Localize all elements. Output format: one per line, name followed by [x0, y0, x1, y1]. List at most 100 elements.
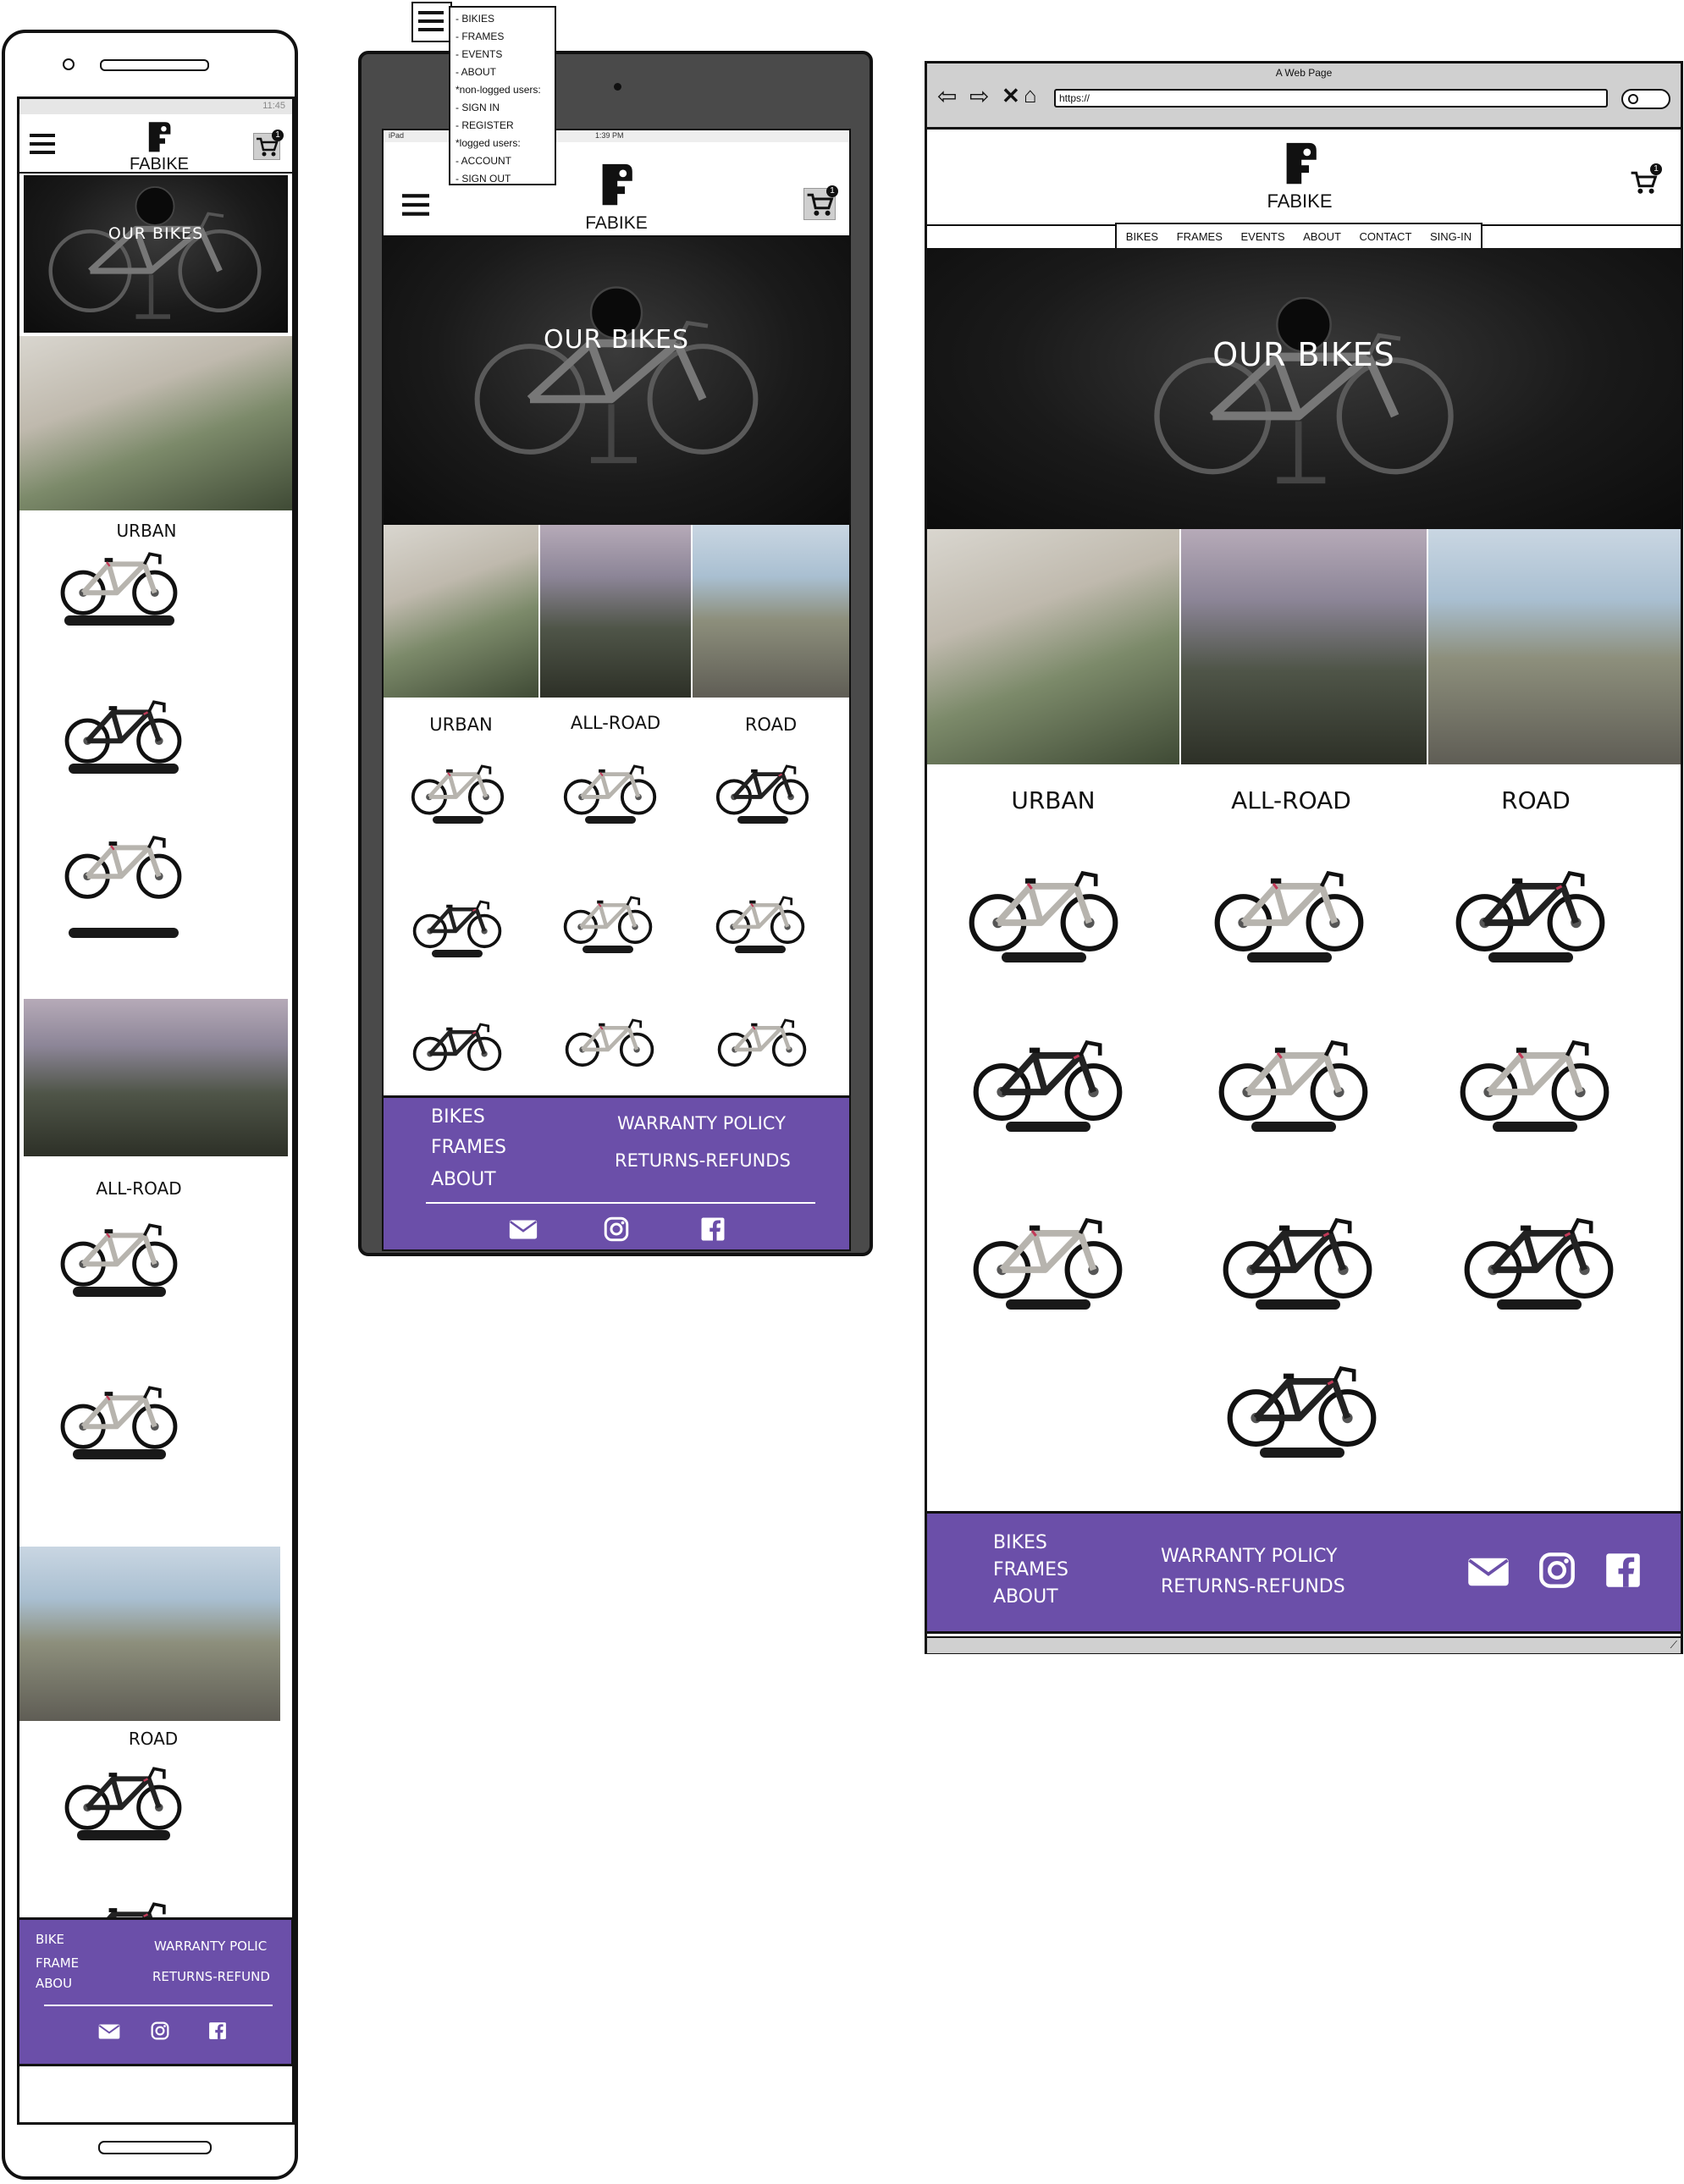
bike-item[interactable] — [969, 1206, 1126, 1310]
email-icon[interactable] — [98, 2023, 120, 2040]
footer-link-returns[interactable]: RETURNS-REFUNDS — [1161, 1576, 1345, 1597]
brand-name[interactable]: FABIKE — [113, 155, 206, 174]
footer-link-returns[interactable]: RETURNS-REFUND — [152, 1969, 270, 1984]
bike-item[interactable] — [58, 1215, 180, 1297]
email-icon[interactable] — [1467, 1556, 1510, 1588]
allroad-photo — [24, 999, 288, 1156]
mobile-screen: 11:45 FABIKE 1 OUR BIKES URBAN ALL-ROAD … — [17, 97, 295, 2125]
browser-status-bar: ⟋ — [927, 1636, 1681, 1653]
bike-item[interactable] — [1211, 859, 1367, 962]
facebook-icon[interactable] — [1604, 1552, 1642, 1589]
nav-events[interactable]: EVENTS — [1240, 230, 1284, 243]
hero-bike-image — [1143, 297, 1465, 492]
desktop-footer: BIKES FRAMES ABOUT WARRANTY POLICY RETUR… — [925, 1511, 1683, 1634]
fabike-logo-icon[interactable] — [1281, 138, 1318, 187]
bike-item[interactable] — [409, 757, 506, 824]
close-icon[interactable]: ✕ — [1002, 84, 1020, 108]
footer-link-frames[interactable]: FRAMES — [993, 1559, 1068, 1580]
menu-item-sign-out[interactable]: - SIGN OUT — [456, 170, 555, 188]
footer-link-frames[interactable]: FRAMES — [431, 1137, 506, 1158]
back-icon[interactable]: ⇦ — [937, 85, 957, 108]
bike-item[interactable] — [561, 757, 659, 824]
allroad-photo — [1181, 529, 1427, 764]
forward-icon[interactable]: ⇨ — [969, 85, 989, 108]
footer-link-bikes[interactable]: BIKES — [993, 1532, 1047, 1553]
bike-item[interactable] — [1223, 1354, 1380, 1458]
mobile-speaker — [100, 59, 209, 71]
bike-item[interactable] — [1452, 859, 1609, 962]
bike-item[interactable] — [714, 888, 807, 953]
facebook-icon[interactable] — [700, 1216, 726, 1242]
hero-title: OUR BIKES — [543, 325, 690, 355]
footer-link-bikes[interactable]: BIKE — [36, 1932, 64, 1947]
bike-item[interactable] — [969, 1029, 1126, 1132]
bike-item[interactable] — [561, 888, 654, 953]
home-icon[interactable]: ⌂ — [1024, 83, 1037, 107]
bike-item[interactable] — [1456, 1029, 1613, 1132]
facebook-icon[interactable] — [208, 2021, 227, 2040]
desktop-header: FABIKE 1 — [927, 130, 1681, 226]
footer-link-about[interactable]: ABOUT — [993, 1586, 1058, 1608]
email-icon[interactable] — [509, 1219, 538, 1240]
bike-item[interactable] — [62, 692, 185, 774]
menu-item-about[interactable]: - ABOUT — [456, 63, 555, 81]
fabike-logo-icon[interactable] — [145, 119, 172, 153]
bike-item[interactable] — [58, 1377, 180, 1459]
instagram-icon[interactable] — [604, 1216, 629, 1242]
footer-link-warranty[interactable]: WARRANTY POLICY — [617, 1113, 786, 1133]
hero-bike-image — [41, 184, 269, 328]
instagram-icon[interactable] — [151, 2021, 169, 2040]
hamburger-icon[interactable] — [402, 193, 429, 217]
search-box[interactable] — [1621, 89, 1670, 109]
bike-item[interactable] — [411, 1015, 504, 1073]
urban-photo — [384, 525, 538, 698]
bike-item[interactable] — [411, 892, 504, 957]
nav-sign-in[interactable]: SING-IN — [1430, 230, 1471, 243]
bike-item[interactable] — [1460, 1206, 1617, 1310]
status-time: 11:45 — [262, 101, 285, 111]
cart-button[interactable]: 1 — [803, 185, 838, 220]
menu-item-events[interactable]: - EVENTS — [456, 46, 555, 63]
bike-item[interactable] — [62, 1758, 185, 1840]
tablet-camera — [614, 83, 621, 91]
category-title-urban: URBAN — [1011, 786, 1096, 814]
road-photo — [1428, 529, 1681, 764]
nav-contact[interactable]: CONTACT — [1360, 230, 1412, 243]
bike-item[interactable] — [58, 543, 180, 626]
bike-item[interactable] — [563, 1011, 656, 1068]
footer-link-bikes[interactable]: BIKES — [431, 1106, 485, 1128]
bike-item[interactable] — [965, 859, 1122, 962]
footer-link-frames[interactable]: FRAME — [36, 1955, 79, 1971]
brand-name[interactable]: FABIKE — [566, 213, 667, 234]
fabike-logo-icon[interactable] — [597, 159, 634, 208]
menu-item-bikes[interactable]: - BIKIES — [456, 10, 555, 28]
footer-link-about[interactable]: ABOUT — [431, 1169, 496, 1190]
footer-link-about[interactable]: ABOU — [36, 1976, 72, 1991]
menu-item-account[interactable]: - ACCOUNT — [456, 152, 555, 170]
hero-bike-image — [464, 284, 769, 474]
resize-handle-icon[interactable]: ⟋ — [1670, 1640, 1677, 1650]
instagram-icon[interactable] — [1538, 1552, 1576, 1589]
menu-item-frames[interactable]: - FRAMES — [456, 28, 555, 46]
footer-link-warranty[interactable]: WARRANTY POLICY — [1161, 1546, 1337, 1567]
bike-item[interactable] — [715, 1011, 809, 1068]
category-title-allroad: ALL-ROAD — [1231, 786, 1351, 814]
menu-item-sign-in[interactable]: - SIGN IN — [456, 99, 555, 117]
address-bar[interactable]: https:// — [1054, 89, 1608, 108]
nav-bikes[interactable]: BIKES — [1126, 230, 1158, 243]
nav-about[interactable]: ABOUT — [1303, 230, 1341, 243]
hamburger-icon[interactable] — [30, 133, 55, 155]
bike-item[interactable] — [1219, 1206, 1376, 1310]
menu-item-register[interactable]: - REGISTER — [456, 117, 555, 135]
cart-badge: 1 — [826, 185, 838, 197]
bike-item[interactable] — [1215, 1029, 1372, 1132]
footer-link-warranty[interactable]: WARRANTY POLIC — [154, 1939, 267, 1954]
nav-frames[interactable]: FRAMES — [1177, 230, 1223, 243]
tablet-menu-button[interactable] — [411, 2, 452, 42]
bike-item[interactable] — [714, 757, 811, 824]
cart-button[interactable]: 1 — [1628, 163, 1662, 197]
footer-link-returns[interactable]: RETURNS-REFUNDS — [615, 1150, 791, 1171]
cart-button[interactable]: 1 — [253, 130, 284, 160]
brand-name[interactable]: FABIKE — [1249, 190, 1350, 212]
bike-item[interactable] — [62, 827, 185, 938]
